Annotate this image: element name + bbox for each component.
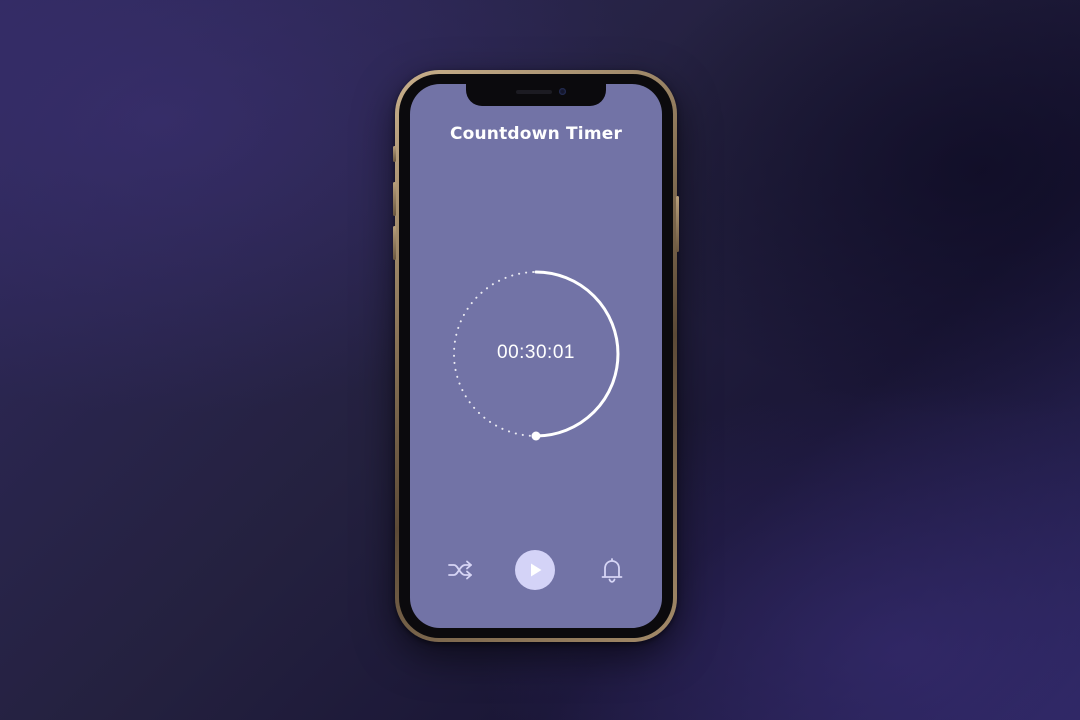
phone-side-button — [393, 146, 396, 162]
play-button[interactable] — [515, 550, 555, 590]
phone-volume-up-button — [393, 182, 396, 216]
phone-frame: Countdown Timer 00:30:01 — [393, 70, 679, 642]
app-screen: Countdown Timer 00:30:01 — [410, 84, 662, 628]
timer-ring-knob[interactable] — [531, 431, 541, 441]
speaker-grille — [516, 90, 552, 94]
shuffle-icon — [448, 560, 472, 580]
bell-icon — [601, 558, 623, 583]
play-icon — [531, 563, 542, 577]
front-camera — [559, 88, 566, 95]
shuffle-button[interactable] — [446, 558, 476, 582]
alarm-button[interactable] — [597, 556, 627, 584]
page-title: Countdown Timer — [449, 124, 623, 144]
phone-notch — [466, 84, 606, 106]
phone-power-button — [676, 196, 679, 252]
phone-volume-down-button — [393, 226, 396, 260]
timer-display: 00:30:01 — [497, 342, 575, 363]
